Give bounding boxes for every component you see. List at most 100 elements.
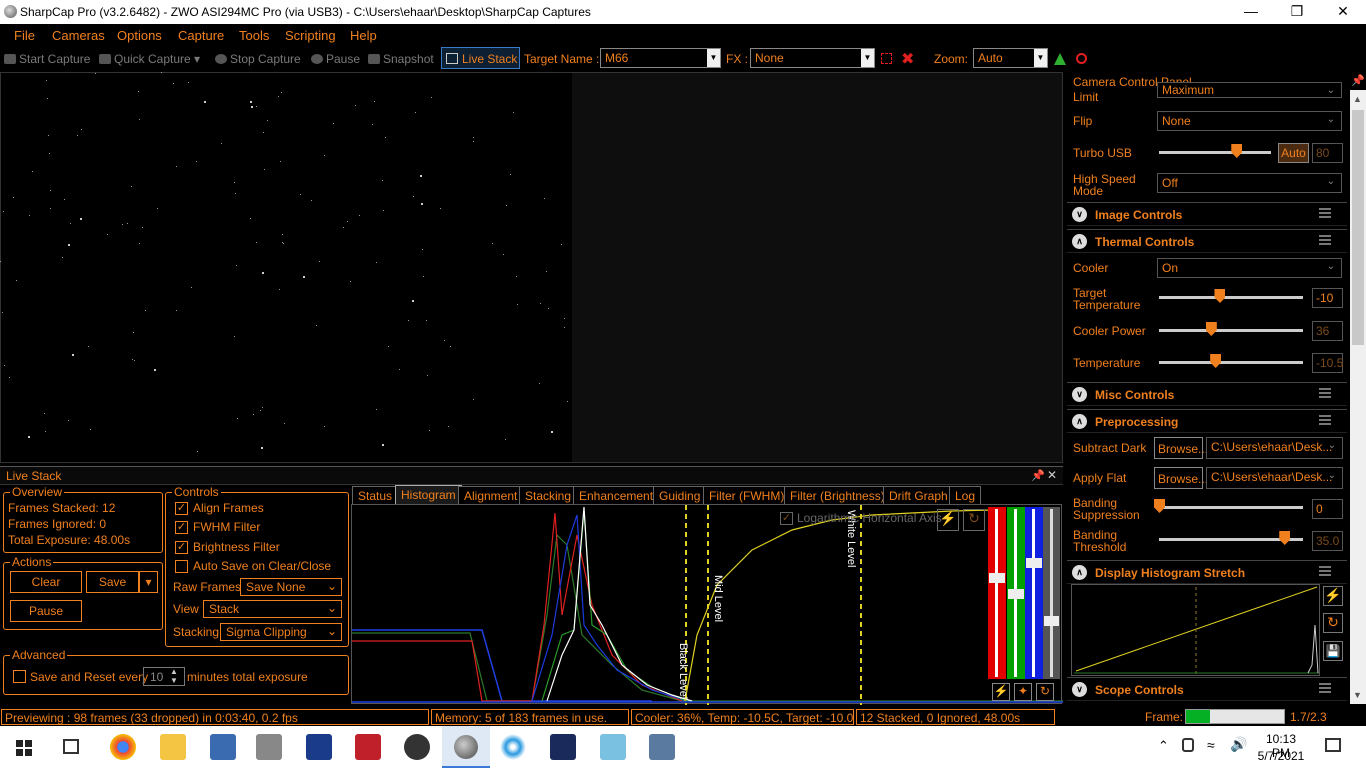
cooler-dropdown[interactable]: On ⌄ <box>1157 258 1342 278</box>
dark-path-dropdown[interactable]: C:\Users\ehaar\Desk... ⌄ <box>1206 437 1343 459</box>
tab-guiding[interactable]: Guiding <box>653 486 707 504</box>
auto-save-checkbox[interactable] <box>175 560 188 573</box>
green-slider-thumb[interactable] <box>1008 589 1024 599</box>
tab-log[interactable]: Log <box>949 486 982 504</box>
camera-panel-scrollbar[interactable]: ▲ ▼ <box>1350 90 1366 704</box>
stellarium-icon[interactable] <box>306 734 332 760</box>
menu-tools[interactable]: Tools <box>239 28 269 43</box>
histogram-icon[interactable] <box>1054 53 1066 65</box>
turbo-usb-slider-thumb[interactable] <box>1231 144 1243 158</box>
stepper-down-icon[interactable]: ▼ <box>170 676 178 685</box>
black-level-label[interactable]: Black Level <box>677 643 689 699</box>
app-icon-monitor[interactable] <box>649 734 675 760</box>
menu-scripting[interactable]: Scripting <box>285 28 336 43</box>
target-temperature-slider[interactable] <box>1159 296 1303 299</box>
browse-flat-button[interactable]: Browse... <box>1154 467 1208 489</box>
turbo-usb-slider[interactable] <box>1159 151 1271 154</box>
menu-icon[interactable] <box>1319 208 1331 218</box>
quick-capture-button[interactable]: Quick Capture ▾ <box>99 52 200 66</box>
save-dropdown-button[interactable]: ▾ <box>139 571 158 593</box>
green-channel-slider[interactable] <box>1007 507 1025 679</box>
image-controls-section[interactable]: ∨ Image Controls <box>1067 202 1347 226</box>
scroll-up-icon[interactable]: ▲ <box>1353 94 1362 104</box>
red-slider-thumb[interactable] <box>989 573 1005 583</box>
log-axis-checkbox[interactable]: ✓ <box>780 512 793 525</box>
banding-suppression-slider-thumb[interactable] <box>1154 499 1165 513</box>
menu-icon[interactable] <box>1319 566 1331 576</box>
menu-icon[interactable] <box>1319 235 1331 245</box>
reset-small-icon[interactable]: ↻ <box>1036 683 1054 701</box>
banding-threshold-value[interactable]: 35.0 <box>1312 531 1343 551</box>
file-explorer-icon[interactable] <box>160 734 186 760</box>
reset-stretch-icon[interactable]: ↻ <box>1323 613 1343 633</box>
blue-channel-slider[interactable] <box>1025 507 1043 679</box>
menu-help[interactable]: Help <box>350 28 377 43</box>
display-histogram-graph[interactable] <box>1071 584 1320 676</box>
menu-file[interactable]: File <box>14 28 35 43</box>
red-channel-slider[interactable] <box>988 507 1006 679</box>
scope-controls-section[interactable]: ∨ Scope Controls <box>1067 677 1347 701</box>
crosshair-icon[interactable]: ✖ <box>901 49 914 69</box>
tab-histogram[interactable]: Histogram <box>395 485 462 504</box>
scroll-down-icon[interactable]: ▼ <box>1353 690 1362 700</box>
flip-dropdown[interactable]: None ⌄ <box>1157 111 1342 131</box>
menu-options[interactable]: Options <box>117 28 162 43</box>
luminance-channel-slider[interactable] <box>1043 507 1060 679</box>
banding-suppression-slider[interactable] <box>1159 506 1303 509</box>
save-button[interactable]: Save <box>86 571 139 593</box>
chevron-up-icon[interactable]: ⌃ <box>1158 738 1169 754</box>
tab-alignment[interactable]: Alignment <box>458 486 524 504</box>
display-histogram-section[interactable]: ∧ Display Histogram Stretch <box>1067 560 1347 584</box>
browse-dark-button[interactable]: Browse... <box>1154 437 1208 459</box>
menu-icon[interactable] <box>1319 415 1331 425</box>
target-temperature-value[interactable]: -10 <box>1312 288 1343 308</box>
save-stretch-icon[interactable]: 💾 <box>1323 641 1343 661</box>
auto-stretch-small-icon[interactable]: ⚡ <box>992 683 1010 701</box>
pin-icon[interactable]: 📌 <box>1351 74 1365 87</box>
stepper-up-icon[interactable]: ▲ <box>170 667 178 676</box>
luminance-slider-thumb[interactable] <box>1044 616 1059 626</box>
raw-frames-dropdown[interactable]: Save None ⌄ <box>240 578 342 596</box>
app-icon-5[interactable] <box>256 734 282 760</box>
stop-capture-button[interactable]: Stop Capture <box>215 52 301 66</box>
skysafari-icon[interactable] <box>550 734 576 760</box>
volume-icon[interactable]: 🔊 <box>1230 736 1247 753</box>
start-capture-button[interactable]: Start Capture <box>4 52 90 66</box>
notifications-icon[interactable] <box>1325 738 1341 752</box>
save-reset-stepper[interactable]: 10 ▲ ▼ <box>143 667 185 686</box>
reset-icon[interactable]: ↻ <box>963 509 985 531</box>
banding-suppression-value[interactable]: 0 <box>1312 499 1343 519</box>
target-temperature-slider-thumb[interactable] <box>1214 289 1226 303</box>
snapshot-button[interactable]: Snapshot <box>368 52 434 66</box>
blue-slider-thumb[interactable] <box>1026 558 1042 568</box>
device-icon[interactable] <box>1182 738 1194 752</box>
view-dropdown[interactable]: Stack ⌄ <box>203 600 342 618</box>
high-speed-mode-dropdown[interactable]: Off ⌄ <box>1157 173 1342 193</box>
menu-cameras[interactable]: Cameras <box>52 28 105 43</box>
turbo-usb-value[interactable]: 80 <box>1312 143 1343 163</box>
tab-filter-fwhm[interactable]: Filter (FWHM) <box>703 486 791 504</box>
task-view-icon[interactable] <box>63 739 79 754</box>
menu-icon[interactable] <box>1319 683 1331 693</box>
mid-level-label[interactable]: Mid Level <box>712 575 724 622</box>
stacking-dropdown[interactable]: Sigma Clipping ⌄ <box>220 623 342 641</box>
tab-filter-brightness[interactable]: Filter (Brightness) <box>784 486 891 504</box>
clear-button[interactable]: Clear <box>10 571 82 593</box>
pause-button[interactable]: Pause <box>311 52 360 66</box>
tab-status[interactable]: Status <box>352 486 399 504</box>
minimize-button[interactable]: — <box>1228 0 1274 24</box>
auto-stretch-icon[interactable]: ⚡ <box>937 509 959 531</box>
wifi-icon[interactable]: ≈ <box>1207 737 1215 753</box>
misc-controls-section[interactable]: ∨ Misc Controls <box>1067 382 1347 406</box>
maximize-button[interactable]: ❐ <box>1274 0 1320 24</box>
fx-combo[interactable]: None ▼ <box>750 48 875 68</box>
remote-desktop-icon[interactable] <box>210 734 236 760</box>
limit-dropdown[interactable]: Maximum ⌄ <box>1157 82 1342 98</box>
cpwi-icon[interactable] <box>404 734 430 760</box>
pin-icon[interactable]: 📌 <box>1031 469 1045 482</box>
align-frames-checkbox[interactable]: ✓ <box>175 502 188 515</box>
zoom-combo[interactable]: Auto ▼ <box>973 48 1048 68</box>
focus-assist-icon[interactable] <box>1076 53 1087 64</box>
pause-stack-button[interactable]: Pause <box>10 600 82 622</box>
close-icon[interactable]: ✕ <box>1047 468 1057 482</box>
